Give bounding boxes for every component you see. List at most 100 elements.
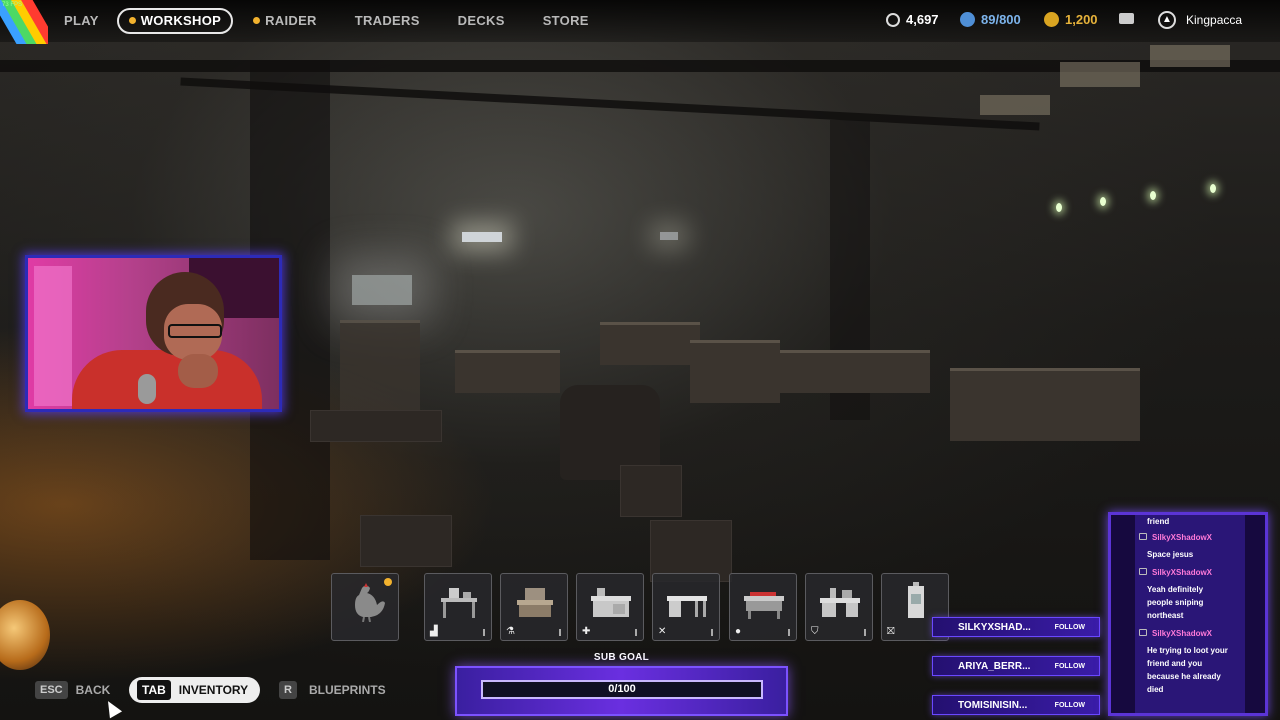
fps-counter: 73 FPS xyxy=(2,2,23,8)
string-light xyxy=(1056,203,1062,212)
inventory-slot-weapon-bench[interactable]: ✕ xyxy=(652,573,720,641)
desk xyxy=(455,350,560,393)
inventory-button[interactable]: TAB INVENTORY xyxy=(129,677,261,703)
follow-tag: FOLLOW xyxy=(1054,702,1085,709)
inventory-slot-medical-station[interactable]: ✚ xyxy=(576,573,644,641)
profile-button[interactable]: ▲ Kingpacca xyxy=(1158,11,1242,29)
main-nav: PLAY WORKSHOP RAIDER TRADERS DECKS STORE xyxy=(54,8,599,34)
streamer-webcam xyxy=(25,255,282,412)
inventory-slot-gear-bench[interactable]: ⛉ xyxy=(805,573,873,641)
inventory-slot-workbench-1[interactable]: ▟ xyxy=(424,573,492,641)
durability-bar xyxy=(635,629,637,636)
workbench-icon xyxy=(517,588,553,617)
coins-value: 1,200 xyxy=(1065,12,1098,27)
chat-message: Space jesus xyxy=(1147,550,1194,559)
nav-store[interactable]: STORE xyxy=(533,8,599,34)
durability-bar xyxy=(559,629,561,636)
skylight xyxy=(980,95,1050,115)
table xyxy=(310,410,442,442)
chat-message: He trying to loot your friend and you be… xyxy=(1147,646,1228,694)
profile-username: Kingpacca xyxy=(1186,13,1243,27)
follower-alert: TOMISINISIN... FOLLOW xyxy=(932,695,1100,715)
sub-goal-widget: 0/100 xyxy=(455,666,788,716)
credits-icon xyxy=(886,12,900,27)
webcam-door xyxy=(34,266,72,406)
follower-name: SILKYXSHAD... xyxy=(958,622,1031,633)
inventory-label: INVENTORY xyxy=(178,683,249,697)
nav-play[interactable]: PLAY xyxy=(54,8,109,34)
webcam-person-hand xyxy=(178,354,218,388)
follower-alert: ARIYA_BERR... FOLLOW xyxy=(932,656,1100,676)
blueprints-label: BLUEPRINTS xyxy=(308,683,386,697)
studio-lamp xyxy=(462,232,502,242)
chat-username: SilkyXShadowX xyxy=(1139,627,1223,640)
type-icon: ✕ xyxy=(658,626,667,637)
blueprints-button[interactable]: R BLUEPRINTS xyxy=(279,677,386,703)
desk xyxy=(780,350,930,393)
notification-dot-icon xyxy=(253,17,261,24)
chat-username: SilkyXShadowX xyxy=(1139,566,1223,579)
r-key: R xyxy=(279,681,297,699)
workbench-icon xyxy=(591,588,631,617)
webcam-person-shirt xyxy=(72,350,262,409)
esc-key: ESC xyxy=(35,681,68,699)
durability-bar xyxy=(788,629,790,636)
microphone-icon xyxy=(138,374,156,404)
workbench-icon xyxy=(744,592,784,619)
crate xyxy=(620,465,682,517)
durability-bar xyxy=(483,629,485,636)
nav-decks[interactable]: DECKS xyxy=(448,8,515,34)
window-light xyxy=(352,275,412,305)
inventory-slot-rooster[interactable] xyxy=(331,573,399,641)
rooster-icon xyxy=(355,583,385,622)
back-button[interactable]: ESC BACK xyxy=(35,677,110,703)
notification-dot-icon xyxy=(128,17,136,24)
workbench-icon xyxy=(441,588,477,618)
coin-icon xyxy=(1044,12,1059,27)
follower-alert: SILKYXSHAD... FOLLOW xyxy=(932,617,1100,637)
sub-goal-title: SUB GOAL xyxy=(593,652,650,663)
studio-lamp xyxy=(660,232,678,240)
nav-traders[interactable]: TRADERS xyxy=(345,8,430,34)
nav-raider[interactable]: RAIDER xyxy=(243,8,327,34)
storage-display[interactable]: 89/800 xyxy=(960,12,1021,27)
crate xyxy=(360,515,452,567)
top-nav-bar: 73 FPS PLAY WORKSHOP RAIDER TRADERS DECK… xyxy=(0,0,1280,44)
durability-bar xyxy=(711,629,713,636)
nav-workshop[interactable]: WORKSHOP xyxy=(116,8,234,34)
inventory-slot-explosives-station[interactable]: ● xyxy=(729,573,797,641)
skylight xyxy=(1060,62,1140,87)
shelf xyxy=(340,320,420,423)
credits-value: 4,697 xyxy=(906,12,939,27)
storage-value: 89/800 xyxy=(981,12,1021,27)
follow-tag: FOLLOW xyxy=(1054,624,1085,631)
follow-tag: FOLLOW xyxy=(1054,663,1085,670)
chat-bubble-icon xyxy=(1139,533,1147,540)
coins-display[interactable]: 1,200 xyxy=(1044,12,1098,27)
sub-goal-progress-track: 0/100 xyxy=(481,680,763,699)
credits-display[interactable]: 4,697 xyxy=(886,12,939,27)
type-icon: ⚗ xyxy=(506,626,515,637)
chat-message: Yeah definitely people sniping northeast xyxy=(1147,585,1204,620)
back-label: BACK xyxy=(75,683,111,697)
storage-icon xyxy=(960,12,975,27)
chat-bubble-icon xyxy=(1139,629,1147,636)
type-icon: ● xyxy=(735,626,742,637)
chat-bubble-icon xyxy=(1139,568,1147,575)
mail-button[interactable] xyxy=(1119,13,1134,24)
inventory-slot-workbench-2[interactable]: ⚗ xyxy=(500,573,568,641)
workbench-icon xyxy=(667,596,707,617)
workbench-icon xyxy=(820,588,860,617)
skylight xyxy=(1150,45,1230,67)
globe xyxy=(0,600,50,670)
tab-key: TAB xyxy=(137,680,171,700)
type-icon: ⛝ xyxy=(887,626,895,637)
stream-chat: friend SilkyXShadowX Space jesus SilkyXS… xyxy=(1108,512,1268,716)
chat-username: SilkyXShadowX xyxy=(1139,531,1223,544)
chat-message: friend xyxy=(1147,517,1170,526)
string-light xyxy=(1150,191,1156,200)
desk xyxy=(600,322,700,365)
string-light xyxy=(1210,184,1216,193)
refiner-icon xyxy=(908,582,924,618)
type-icon: ⛉ xyxy=(811,626,819,637)
